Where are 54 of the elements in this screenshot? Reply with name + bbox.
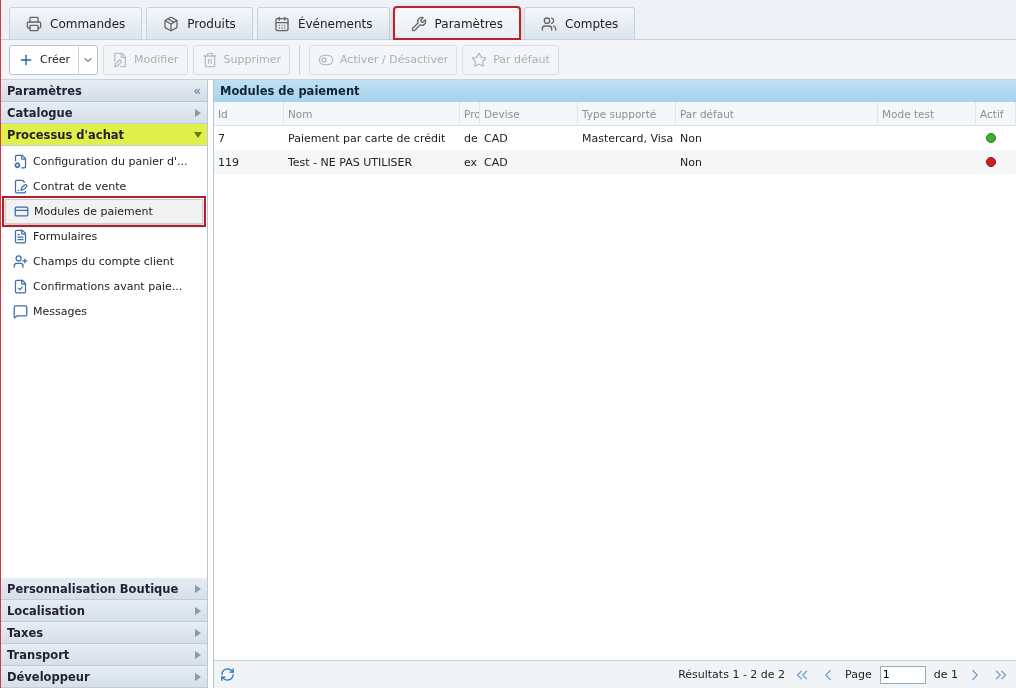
expand-arrow-icon (194, 672, 202, 681)
table-cell: ex (460, 150, 480, 174)
tab-icon (273, 15, 290, 32)
form-icon (13, 229, 28, 244)
sidebar-item[interactable]: Formulaires (5, 224, 203, 249)
toolbar-icon (471, 51, 488, 68)
expand-arrow-icon (194, 628, 202, 637)
card-icon (14, 204, 29, 219)
tab-icon (410, 15, 427, 32)
table-cell: 119 (214, 150, 284, 174)
expand-arrow-icon (194, 108, 202, 117)
toolbar-icon (201, 51, 218, 68)
section-header[interactable]: Développeur (1, 666, 207, 688)
results-count: Résultats 1 - 2 de 2 (678, 668, 786, 681)
page-label: Page (845, 668, 872, 681)
panel-title: Modules de paiement (214, 80, 1016, 102)
page-field[interactable]: 1 (879, 665, 926, 684)
table-cell: CAD (480, 150, 578, 174)
expand-arrow-icon (194, 130, 202, 139)
sidebar-item[interactable]: Configuration du panier d'... (5, 149, 203, 174)
expand-arrow-icon (194, 584, 202, 593)
tab[interactable]: Paramètres (393, 7, 520, 39)
create-button[interactable]: Créer (9, 44, 99, 75)
section-header[interactable]: Processus d'achat (1, 124, 207, 146)
refresh-icon[interactable] (220, 667, 235, 682)
contract-icon (13, 179, 28, 194)
section-header[interactable]: Localisation (1, 600, 207, 622)
sidebar-item[interactable]: Contrat de vente (5, 174, 203, 199)
document-check-icon (13, 279, 28, 294)
tab[interactable]: Événements (256, 7, 390, 39)
sidebar-item[interactable]: Messages (5, 299, 203, 324)
page-total: de 1 (933, 668, 958, 681)
user-add-icon (13, 254, 28, 269)
tab[interactable]: Comptes (524, 7, 636, 39)
document-gear-icon (13, 154, 28, 169)
tab-icon (541, 15, 557, 32)
sidebar-item[interactable]: Champs du compte client (5, 249, 203, 274)
section-header[interactable]: Personnalisation Boutique (1, 578, 207, 600)
tab-icon (163, 15, 180, 32)
sidebar-item[interactable]: Confirmations avant paie... (5, 274, 203, 299)
section-header[interactable]: Taxes (1, 622, 207, 644)
table-cell: Non (676, 150, 878, 174)
speech-bubble-icon (13, 304, 28, 319)
toolbar-icon (112, 51, 129, 68)
tab[interactable]: Produits (146, 7, 253, 39)
expand-arrow-icon (194, 650, 202, 659)
section-header[interactable]: Transport (1, 644, 207, 666)
expand-arrow-icon (194, 606, 202, 615)
tab-icon (26, 15, 42, 32)
section-header[interactable]: Catalogue (1, 102, 207, 124)
sidebar-item[interactable]: Modules de paiement (5, 199, 203, 224)
tab[interactable]: Commandes (9, 7, 143, 39)
sidebar-header: Paramètres « (1, 80, 207, 102)
table-cell: Test - NE PAS UTILISER (284, 150, 460, 174)
